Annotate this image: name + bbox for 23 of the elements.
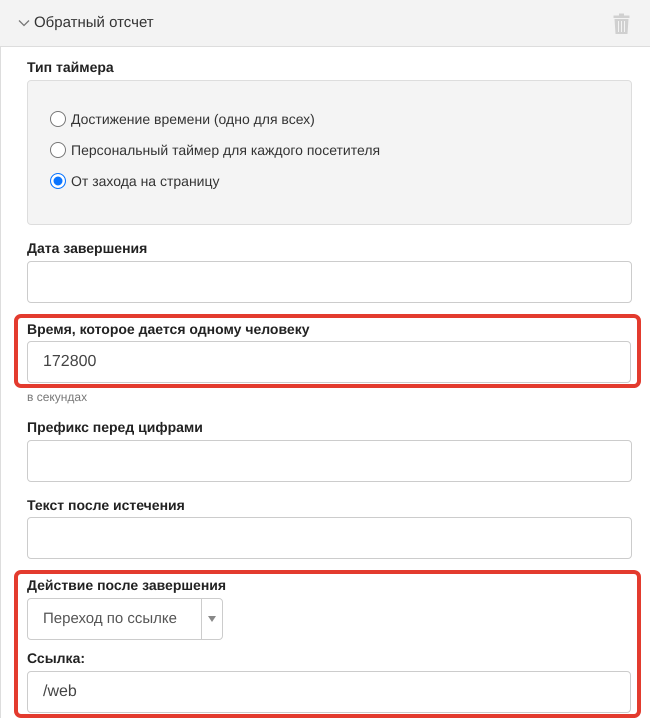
field-label: Тип таймера [27, 59, 115, 76]
text-field[interactable]: /web [27, 670, 631, 713]
caret-icon [208, 616, 216, 622]
radio-button[interactable] [50, 111, 66, 128]
radio-button[interactable] [50, 173, 66, 190]
text-field[interactable] [27, 517, 632, 560]
radio-label[interactable]: От захода на страницу [71, 170, 220, 192]
text-field[interactable]: 172800 [27, 341, 631, 384]
text-field[interactable] [27, 440, 632, 482]
radio-button[interactable] [50, 142, 66, 158]
field-label: Дата завершения [27, 240, 148, 257]
hint-text: в секундах [27, 390, 88, 405]
field-label: Текст после истечения [27, 496, 186, 514]
radio-label[interactable]: Персональный таймер для каждого посетителя [71, 140, 380, 161]
field-label: Ссылка: [27, 650, 86, 667]
field-label: Время, которое дается одному человеку [27, 320, 310, 338]
field-label: Действие после завершения [27, 577, 228, 594]
field-label: Префикс перед цифрами [27, 418, 204, 436]
chevron-icon[interactable] [18, 19, 30, 27]
panel-title[interactable]: Обратный отсчет [34, 12, 154, 34]
text-field[interactable] [27, 260, 632, 303]
dropdown[interactable]: Переход по ссылке [27, 598, 223, 640]
radio-label[interactable]: Достижение времени (одно для всех) [71, 108, 315, 130]
